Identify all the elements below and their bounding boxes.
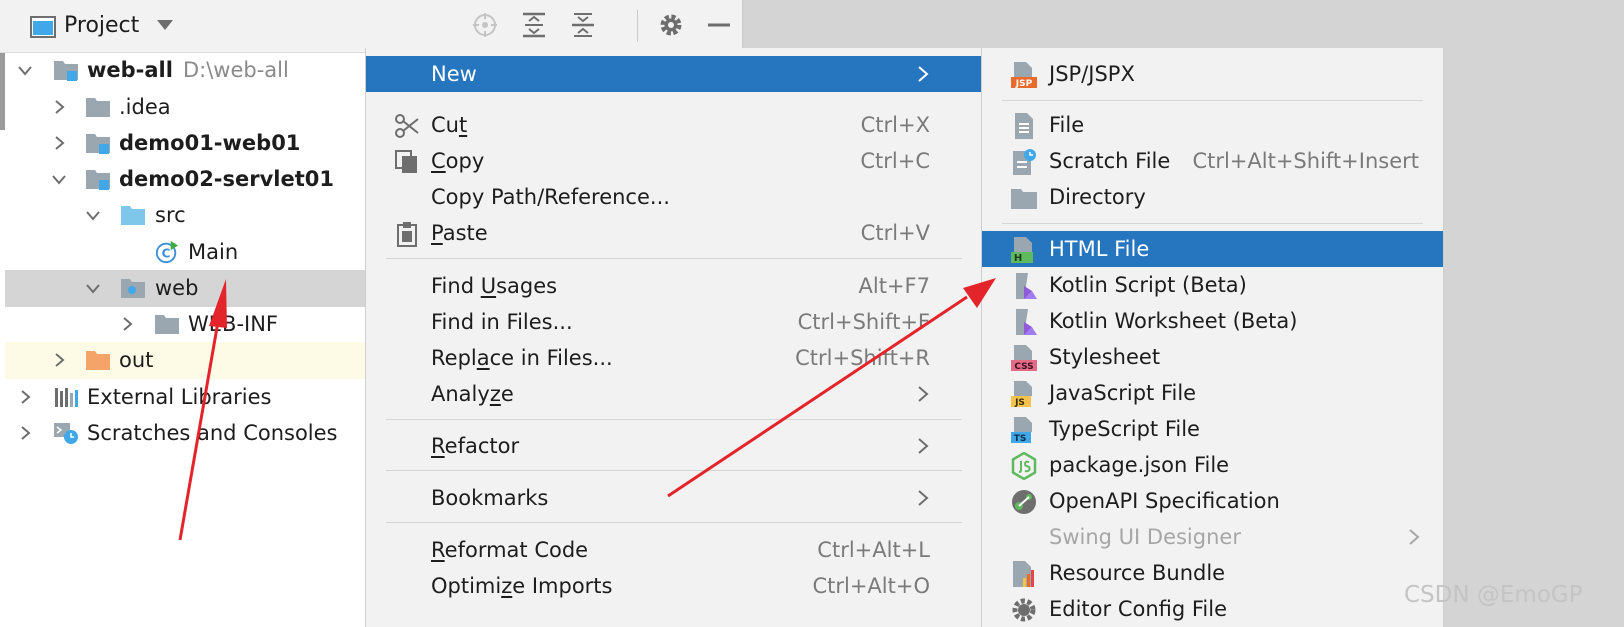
- watermark: CSDN @EmoGP: [1404, 582, 1583, 608]
- annotation-arrow-line: [178, 315, 221, 541]
- annotation-arrow-line: [667, 295, 968, 498]
- annotation-arrowhead: [209, 279, 227, 328]
- annotation-arrows: [178, 278, 996, 541]
- annotation-arrowhead: [963, 278, 996, 308]
